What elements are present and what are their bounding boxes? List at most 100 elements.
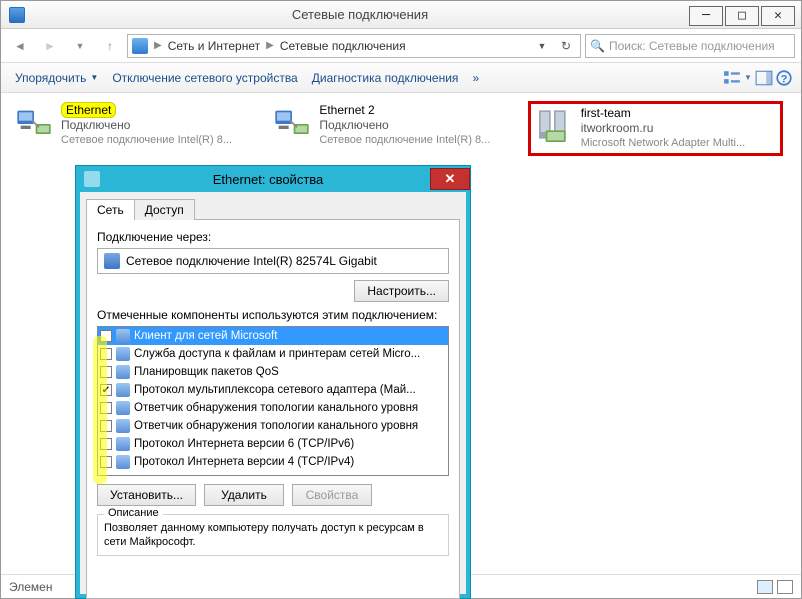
description-label: Описание <box>104 507 163 519</box>
component-item[interactable]: Клиент для сетей Microsoft <box>98 327 448 345</box>
tab-access[interactable]: Доступ <box>134 199 195 220</box>
adapter-small-icon <box>104 253 120 269</box>
connection-desc: Microsoft Network Adapter Multi... <box>581 136 745 151</box>
connection-item-ethernet2[interactable]: Ethernet 2 Подключено Сетевое подключени… <box>269 101 524 150</box>
component-checkbox[interactable] <box>100 456 112 468</box>
description-group: Описание Позволяет данному компьютеру по… <box>97 514 449 556</box>
view-options-button[interactable] <box>723 69 741 87</box>
minimize-button[interactable]: ─ <box>689 6 723 26</box>
team-adapter-icon <box>533 106 575 148</box>
component-item[interactable]: Планировщик пакетов QoS <box>98 363 448 381</box>
properties-dialog: Ethernet: свойства ✕ Сеть Доступ Подключ… <box>76 166 470 598</box>
adapter-field: Сетевое подключение Intel(R) 82574L Giga… <box>97 248 449 274</box>
maximize-button[interactable]: □ <box>725 6 759 26</box>
component-label: Ответчик обнаружения топологии канальног… <box>134 402 418 414</box>
close-button[interactable]: ✕ <box>761 6 795 26</box>
component-icon <box>116 437 130 451</box>
status-text: Элемен <box>9 580 52 594</box>
component-label: Планировщик пакетов QoS <box>134 366 279 378</box>
connection-item-ethernet[interactable]: Ethernet Подключено Сетевое подключение … <box>11 101 266 150</box>
up-button[interactable]: ↑ <box>97 34 123 58</box>
component-icon <box>116 383 130 397</box>
nic-icon <box>271 103 313 145</box>
component-label: Служба доступа к файлам и принтерам сете… <box>134 348 420 360</box>
remove-button[interactable]: Удалить <box>204 484 284 506</box>
search-input[interactable]: 🔍 Поиск: Сетевые подключения <box>585 34 795 58</box>
nic-icon <box>13 103 55 145</box>
breadcrumb-net[interactable]: Сеть и Интернет <box>168 39 260 53</box>
back-button[interactable]: ◄ <box>7 34 33 58</box>
component-icon <box>116 419 130 433</box>
dialog-titlebar: Ethernet: свойства ✕ <box>76 166 470 192</box>
component-item[interactable]: ✔Протокол мультиплексора сетевого адапте… <box>98 381 448 399</box>
view-icons-button[interactable] <box>757 580 773 594</box>
component-item[interactable]: Служба доступа к файлам и принтерам сете… <box>98 345 448 363</box>
component-checkbox[interactable] <box>100 366 112 378</box>
window-title: Сетевые подключения <box>31 7 689 22</box>
component-item[interactable]: Протокол Интернета версии 4 (TCP/IPv4) <box>98 453 448 471</box>
preview-pane-button[interactable] <box>755 69 773 87</box>
titlebar: Сетевые подключения ─ □ ✕ <box>1 1 801 29</box>
component-checkbox[interactable] <box>100 402 112 414</box>
component-checkbox[interactable] <box>100 348 112 360</box>
network-icon <box>9 7 25 23</box>
component-icon <box>116 347 130 361</box>
adapter-icon <box>84 171 100 187</box>
component-item[interactable]: Протокол Интернета версии 6 (TCP/IPv6) <box>98 435 448 453</box>
components-list[interactable]: Клиент для сетей Microsoft Служба доступа… <box>97 326 449 476</box>
command-bar: Упорядочить▼ Отключение сетевого устройс… <box>1 63 801 93</box>
component-label: Ответчик обнаружения топологии канальног… <box>134 420 418 432</box>
view-dropdown-icon[interactable]: ▼ <box>743 69 753 87</box>
organize-menu[interactable]: Упорядочить▼ <box>9 67 104 89</box>
more-commands[interactable]: » <box>466 67 485 89</box>
connection-status: itworkroom.ru <box>581 121 745 136</box>
component-checkbox[interactable] <box>100 330 112 342</box>
svg-text:?: ? <box>781 73 788 85</box>
install-button[interactable]: Установить... <box>97 484 196 506</box>
adapter-name: Сетевое подключение Intel(R) 82574L Giga… <box>126 254 377 268</box>
diagnose-button[interactable]: Диагностика подключения <box>306 67 465 89</box>
search-placeholder: Поиск: Сетевые подключения <box>609 39 775 53</box>
component-label: Протокол Интернета версии 4 (TCP/IPv4) <box>134 456 354 468</box>
nav-row: ◄ ► ▼ ↑ ▶ Сеть и Интернет ▶ Сетевые подк… <box>1 29 801 63</box>
component-checkbox[interactable]: ✔ <box>100 384 112 396</box>
connection-status: Подключено <box>319 118 490 133</box>
description-text: Позволяет данному компьютеру получать до… <box>104 521 442 549</box>
connection-item-team[interactable]: first-team itworkroom.ru Microsoft Netwo… <box>528 101 783 156</box>
connection-name: Ethernet 2 <box>319 103 490 118</box>
component-label: Клиент для сетей Microsoft <box>134 330 277 342</box>
breadcrumb-connections[interactable]: Сетевые подключения <box>280 39 406 53</box>
addr-dropdown-icon[interactable]: ▼ <box>532 41 552 51</box>
component-icon <box>116 329 130 343</box>
connection-status: Подключено <box>61 118 232 133</box>
dialog-close-button[interactable]: ✕ <box>430 168 470 190</box>
chevron-down-icon: ▼ <box>90 73 98 82</box>
component-checkbox[interactable] <box>100 420 112 432</box>
tab-network[interactable]: Сеть <box>86 199 135 220</box>
location-icon <box>132 38 148 54</box>
address-bar[interactable]: ▶ Сеть и Интернет ▶ Сетевые подключения … <box>127 34 581 58</box>
help-button[interactable]: ? <box>775 69 793 87</box>
component-item[interactable]: Ответчик обнаружения топологии канальног… <box>98 417 448 435</box>
view-details-button[interactable] <box>777 580 793 594</box>
refresh-icon[interactable]: ↻ <box>556 39 576 53</box>
configure-button[interactable]: Настроить... <box>354 280 449 302</box>
dialog-title: Ethernet: свойства <box>106 172 430 187</box>
history-button[interactable]: ▼ <box>67 34 93 58</box>
component-icon <box>116 365 130 379</box>
component-item[interactable]: Ответчик обнаружения топологии канальног… <box>98 399 448 417</box>
connect-via-label: Подключение через: <box>97 230 449 244</box>
disable-device-button[interactable]: Отключение сетевого устройства <box>106 67 303 89</box>
tab-panel: Подключение через: Сетевое подключение I… <box>86 219 460 599</box>
connection-desc: Сетевое подключение Intel(R) 8... <box>61 133 232 148</box>
component-icon <box>116 455 130 469</box>
connection-desc: Сетевое подключение Intel(R) 8... <box>319 133 490 148</box>
search-icon: 🔍 <box>590 39 605 53</box>
properties-button[interactable]: Свойства <box>292 484 372 506</box>
connection-name: first-team <box>581 106 745 121</box>
component-checkbox[interactable] <box>100 438 112 450</box>
component-label: Протокол Интернета версии 6 (TCP/IPv6) <box>134 438 354 450</box>
content-pane: Ethernet Подключено Сетевое подключение … <box>1 93 801 164</box>
forward-button[interactable]: ► <box>37 34 63 58</box>
connection-name: Ethernet <box>61 102 116 118</box>
